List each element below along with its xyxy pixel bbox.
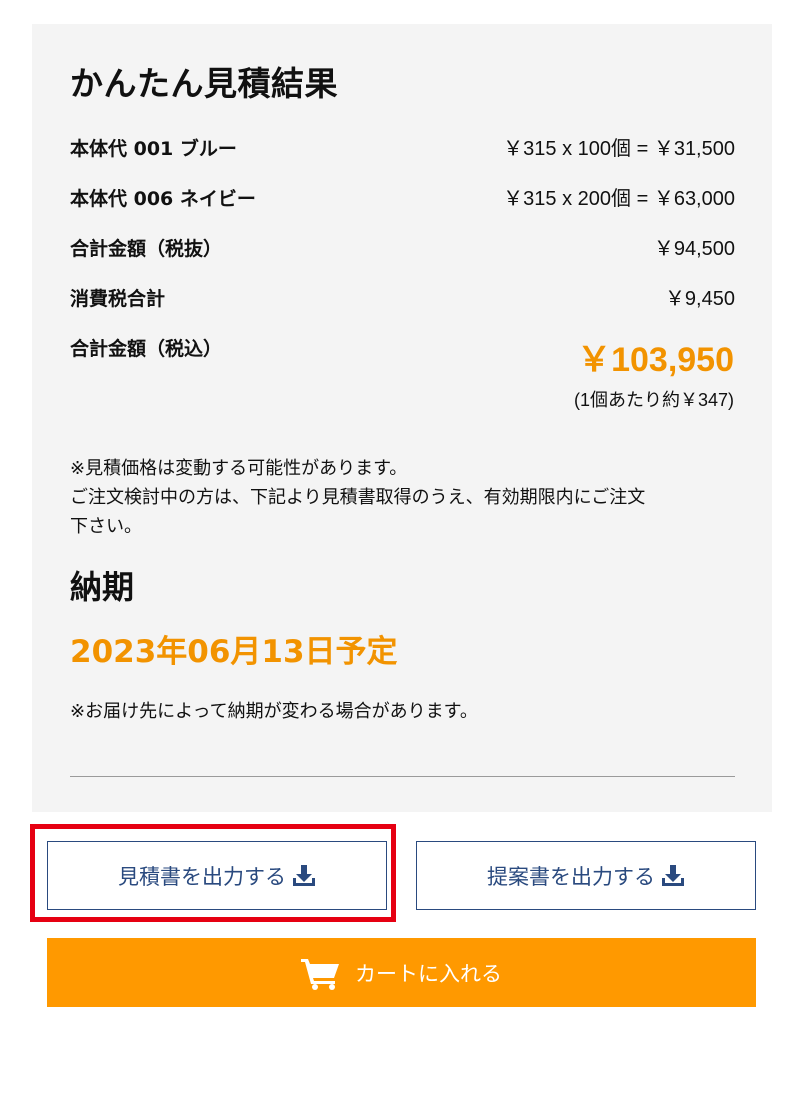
- subtotal-row: 合計金額（税抜） ￥94,500: [70, 234, 735, 264]
- notice-line: ご注文検討中の方は、下記より見積書取得のうえ、有効期限内にご注文: [70, 487, 646, 508]
- add-to-cart-button[interactable]: カートに入れる: [47, 938, 756, 1007]
- line-item-row: 本体代 001 ブルー ￥315 x 100個 = ￥31,500: [70, 134, 735, 164]
- subtotal-label: 合計金額（税抜）: [70, 238, 223, 260]
- cart-icon: [301, 958, 339, 990]
- line-item-value: ￥315 x 200個 = ￥63,000: [503, 188, 735, 210]
- tax-label: 消費税合計: [70, 288, 166, 310]
- total-label: 合計金額（税込）: [70, 338, 223, 360]
- total-amount: ￥103,950: [577, 341, 734, 379]
- estimate-title: かんたん見積結果: [70, 64, 338, 103]
- line-item-row: 本体代 006 ネイビー ￥315 x 200個 = ￥63,000: [70, 184, 735, 214]
- delivery-heading: 納期: [70, 568, 135, 606]
- estimate-download-button[interactable]: 見積書を出力する: [47, 841, 387, 910]
- delivery-note: ※お届け先によって納期が変わる場合があります。: [70, 701, 478, 722]
- notice-line: ※見積価格は変動する可能性があります。: [70, 458, 408, 479]
- proposal-download-button[interactable]: 提案書を出力する: [416, 841, 756, 910]
- divider: [70, 776, 735, 777]
- download-icon: [293, 864, 315, 886]
- proposal-download-label: 提案書を出力する: [487, 864, 655, 889]
- price-notice: ※見積価格は変動する可能性があります。 ご注文検討中の方は、下記より見積書取得の…: [70, 454, 740, 541]
- estimate-panel: かんたん見積結果 本体代 001 ブルー ￥315 x 100個 = ￥31,5…: [32, 24, 772, 812]
- line-item-value: ￥315 x 100個 = ￥31,500: [503, 138, 735, 160]
- line-item-label: 本体代 006 ネイビー: [70, 188, 256, 210]
- notice-line: 下さい。: [70, 516, 142, 537]
- delivery-date: 2023年06月13日予定: [70, 634, 398, 670]
- tax-row: 消費税合計 ￥9,450: [70, 284, 735, 314]
- add-to-cart-label: カートに入れる: [355, 961, 502, 986]
- unit-price-note: (1個あたり約￥347): [573, 390, 734, 410]
- tax-value: ￥9,450: [664, 288, 735, 310]
- subtotal-value: ￥94,500: [653, 238, 735, 260]
- line-item-label: 本体代 001 ブルー: [70, 138, 237, 160]
- download-icon: [662, 864, 684, 886]
- estimate-download-label: 見積書を出力する: [118, 864, 286, 889]
